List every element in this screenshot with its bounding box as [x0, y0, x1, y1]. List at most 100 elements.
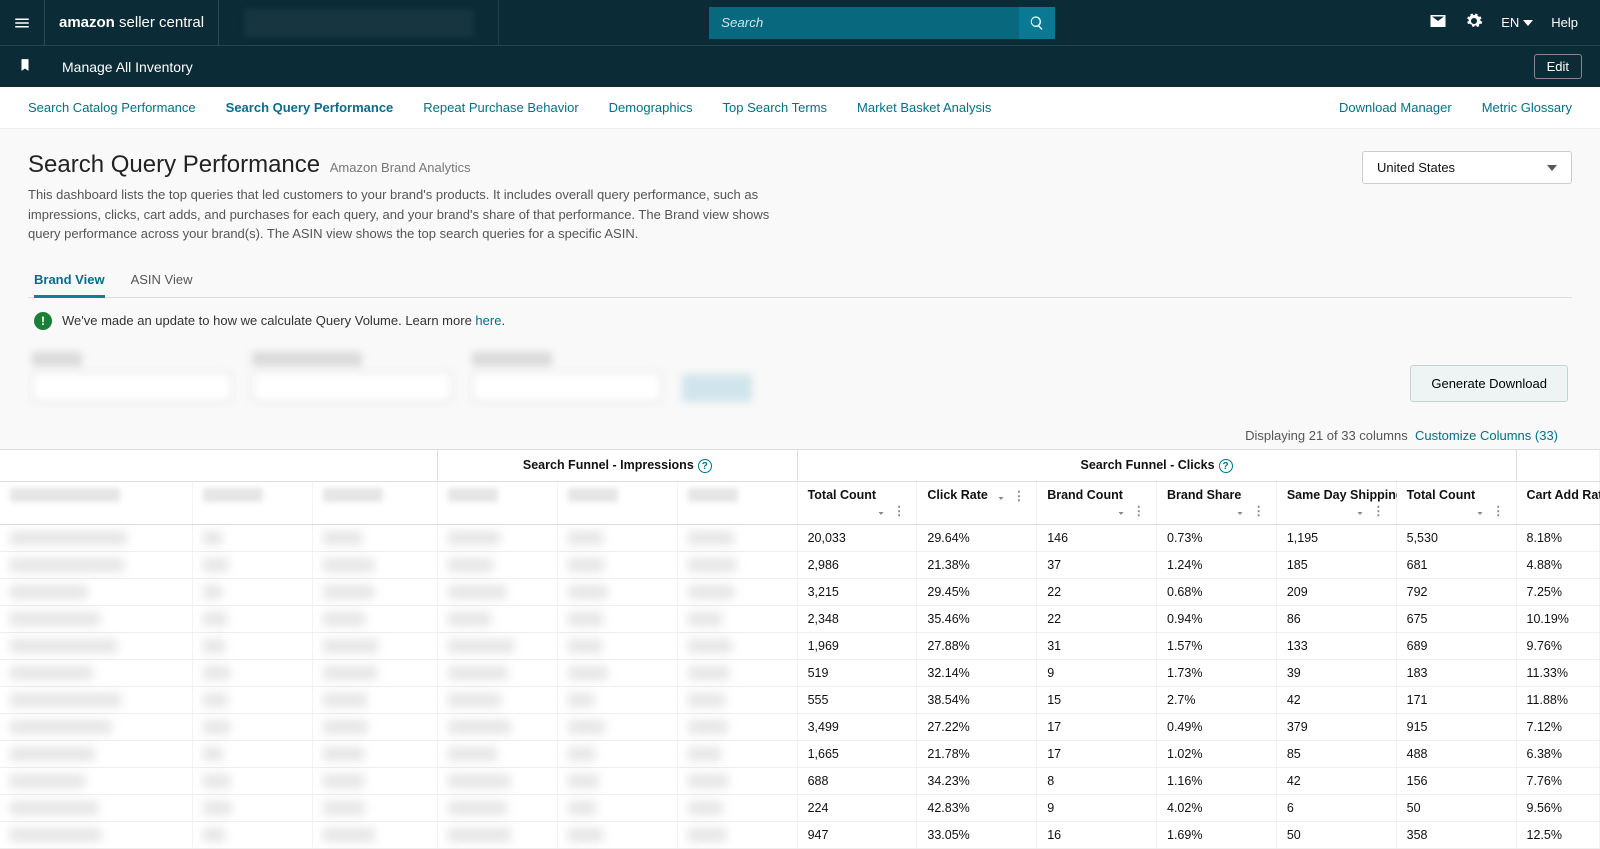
- gear-icon[interactable]: [1465, 12, 1483, 33]
- table-row[interactable]: 68834.23%81.16%421567.76%: [0, 768, 1600, 795]
- cell: 947: [797, 822, 917, 849]
- cell: 21.38%: [917, 552, 1037, 579]
- cell: 1,195: [1276, 525, 1396, 552]
- group-impressions: Search Funnel - Impressions?: [438, 450, 797, 482]
- breadcrumb-title[interactable]: Manage All Inventory: [62, 59, 193, 75]
- help-icon[interactable]: ?: [1219, 459, 1233, 473]
- cell: 8: [1037, 768, 1157, 795]
- cell: 7.12%: [1516, 714, 1599, 741]
- cell: 29.64%: [917, 525, 1037, 552]
- cell: 50: [1396, 795, 1516, 822]
- tab-brand-view[interactable]: Brand View: [34, 272, 105, 298]
- cell: 20,033: [797, 525, 917, 552]
- header-redacted: [193, 482, 313, 525]
- cell: 555: [797, 687, 917, 714]
- cell: 9: [1037, 660, 1157, 687]
- bookmark-icon[interactable]: [18, 58, 32, 75]
- nav-search-catalog[interactable]: Search Catalog Performance: [28, 100, 196, 115]
- header-total-count-2[interactable]: Total Count⋮: [1396, 482, 1516, 525]
- header-redacted: [557, 482, 677, 525]
- table-row[interactable]: 20,03329.64%1460.73%1,1955,5308.18%: [0, 525, 1600, 552]
- nav-market-basket[interactable]: Market Basket Analysis: [857, 100, 991, 115]
- table-row[interactable]: 1,66521.78%171.02%854886.38%: [0, 741, 1600, 768]
- header-brand-count[interactable]: Brand Count⋮: [1037, 482, 1157, 525]
- cell: 10.19%: [1516, 606, 1599, 633]
- help-link[interactable]: Help: [1551, 15, 1578, 30]
- nav-metric-glossary[interactable]: Metric Glossary: [1482, 100, 1572, 115]
- cell: 2.7%: [1157, 687, 1277, 714]
- header-brand-share[interactable]: Brand Share⋮: [1157, 482, 1277, 525]
- cell: 22: [1037, 606, 1157, 633]
- table-row[interactable]: 1,96927.88%311.57%1336899.76%: [0, 633, 1600, 660]
- language-selector[interactable]: EN: [1501, 15, 1533, 30]
- cell: 9: [1037, 795, 1157, 822]
- header-total-count[interactable]: Total Count⋮: [797, 482, 917, 525]
- cell: 9.76%: [1516, 633, 1599, 660]
- cell: 156: [1396, 768, 1516, 795]
- cell: 39: [1276, 660, 1396, 687]
- help-icon[interactable]: ?: [698, 459, 712, 473]
- cell: 358: [1396, 822, 1516, 849]
- banner-link[interactable]: here: [475, 313, 501, 328]
- header-redacted: [677, 482, 797, 525]
- info-icon: !: [34, 312, 52, 330]
- header-same-day-speed[interactable]: Same Day Shipping Speed⋮: [1276, 482, 1396, 525]
- nav-demographics[interactable]: Demographics: [609, 100, 693, 115]
- cell: 792: [1396, 579, 1516, 606]
- cell: 681: [1396, 552, 1516, 579]
- cell: 42: [1276, 768, 1396, 795]
- cell: 3,215: [797, 579, 917, 606]
- mail-icon[interactable]: [1429, 12, 1447, 33]
- analytics-nav: Search Catalog Performance Search Query …: [0, 87, 1600, 129]
- menu-icon[interactable]: [0, 0, 45, 45]
- marketplace-select[interactable]: United States: [1362, 151, 1572, 184]
- search-button[interactable]: [1019, 7, 1055, 39]
- filter-brand-redacted: [32, 352, 232, 402]
- cell: 16: [1037, 822, 1157, 849]
- cell: 42: [1276, 687, 1396, 714]
- tab-asin-view[interactable]: ASIN View: [131, 272, 193, 297]
- table-row[interactable]: 2,98621.38%371.24%1856814.88%: [0, 552, 1600, 579]
- cell: 915: [1396, 714, 1516, 741]
- generate-download-button[interactable]: Generate Download: [1410, 365, 1568, 402]
- nav-top-search-terms[interactable]: Top Search Terms: [723, 100, 828, 115]
- cell: 1,665: [797, 741, 917, 768]
- cell: 1,969: [797, 633, 917, 660]
- logo[interactable]: amazon seller central: [45, 0, 219, 45]
- cell: 3,499: [797, 714, 917, 741]
- table-row[interactable]: 3,49927.22%170.49%3799157.12%: [0, 714, 1600, 741]
- table-row[interactable]: 55538.54%152.7%4217111.88%: [0, 687, 1600, 714]
- cell: 1.16%: [1157, 768, 1277, 795]
- cell: 488: [1396, 741, 1516, 768]
- table-row[interactable]: 3,21529.45%220.68%2097927.25%: [0, 579, 1600, 606]
- header-click-rate[interactable]: Click Rate⋮: [917, 482, 1037, 525]
- group-clicks: Search Funnel - Clicks?: [797, 450, 1516, 482]
- edit-button[interactable]: Edit: [1534, 54, 1582, 79]
- nav-search-query[interactable]: Search Query Performance: [226, 100, 394, 115]
- cell: 17: [1037, 741, 1157, 768]
- nav-download-manager[interactable]: Download Manager: [1339, 100, 1452, 115]
- cell: 12.5%: [1516, 822, 1599, 849]
- cell: 171: [1396, 687, 1516, 714]
- cell: 8.18%: [1516, 525, 1599, 552]
- header-cart-add-rate[interactable]: Cart Add Rate: [1516, 482, 1599, 525]
- page-subtitle: Amazon Brand Analytics: [330, 160, 471, 175]
- table-row[interactable]: 94733.05%161.69%5035812.5%: [0, 822, 1600, 849]
- cell: 4.02%: [1157, 795, 1277, 822]
- filter-week-redacted: [472, 352, 662, 402]
- cell: 33.05%: [917, 822, 1037, 849]
- nav-repeat-purchase[interactable]: Repeat Purchase Behavior: [423, 100, 578, 115]
- cell: 1.69%: [1157, 822, 1277, 849]
- columns-display-text: Displaying 21 of 33 columns: [1245, 428, 1408, 443]
- cell: 38.54%: [917, 687, 1037, 714]
- customize-columns-link[interactable]: Customize Columns (33): [1415, 428, 1558, 443]
- header-redacted: [313, 482, 438, 525]
- cell: 2,348: [797, 606, 917, 633]
- search-input[interactable]: [709, 7, 1019, 39]
- table-row[interactable]: 2,34835.46%220.94%8667510.19%: [0, 606, 1600, 633]
- header-search-query-redacted: [0, 482, 193, 525]
- cell: 1.24%: [1157, 552, 1277, 579]
- table-row[interactable]: 22442.83%94.02%6509.56%: [0, 795, 1600, 822]
- cell: 224: [797, 795, 917, 822]
- table-row[interactable]: 51932.14%91.73%3918311.33%: [0, 660, 1600, 687]
